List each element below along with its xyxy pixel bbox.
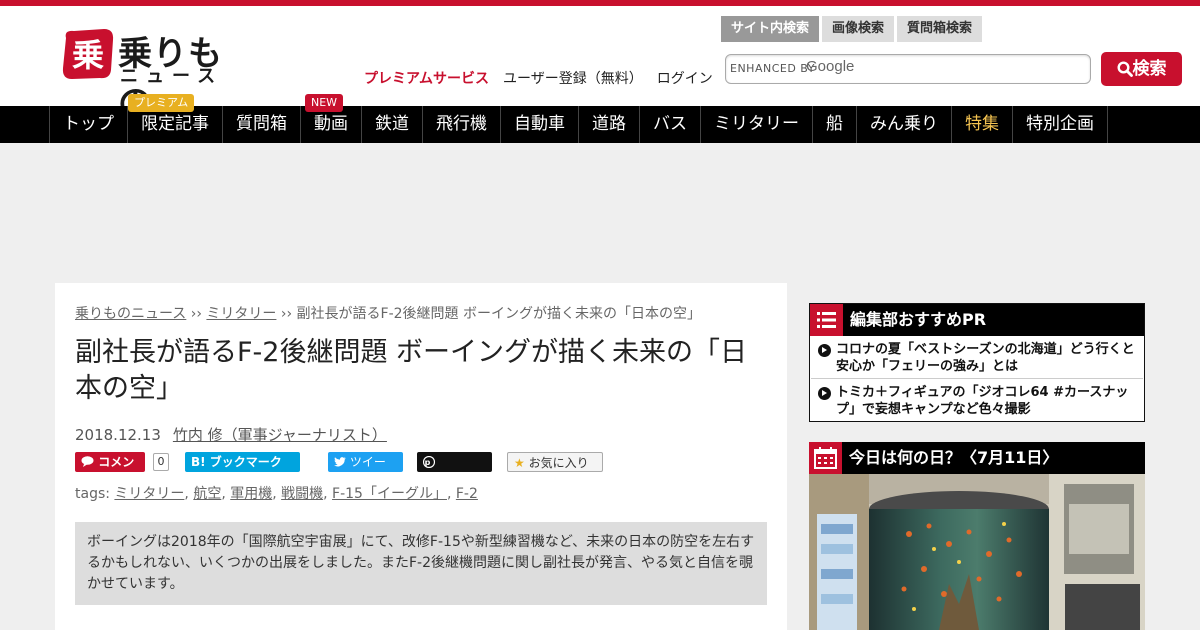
tab-site-search[interactable]: サイト内検索 — [721, 16, 820, 42]
recommend-item-label: コロナの夏「ベストシーズンの北海道」どう行くと安心か「フェリーの強み」とは — [836, 342, 1135, 374]
premium-service-link[interactable]: プレミアムサービス — [364, 68, 489, 88]
tag-link[interactable]: F-2 — [456, 486, 478, 502]
star-icon: ★ — [514, 456, 525, 470]
article-author[interactable]: 竹内 修（軍事ジャーナリスト） — [173, 426, 387, 444]
list-icon — [810, 304, 843, 336]
recommend-item-label: トミカ＋フィギュアの「ジオコレ64 #カースナップ」で妄想キャンプなど色々撮影 — [836, 385, 1129, 417]
nav-label: 鉄道 — [375, 114, 409, 134]
tag-list: tags: ミリタリー, 航空, 軍用機, 戦闘機, F-15「イーグル」, F… — [75, 486, 478, 502]
nav-item-railway[interactable]: 鉄道 — [361, 106, 422, 143]
comment-button[interactable]: コメント — [75, 452, 145, 489]
tweet-button[interactable]: ツイート — [328, 452, 403, 489]
today-photo[interactable] — [809, 474, 1145, 630]
search-button-label: 検索 — [1132, 59, 1167, 79]
hatena-bookmark-button[interactable]: B! ブックマーク 2 — [185, 452, 300, 489]
logo-badge-icon: 乗 — [62, 29, 114, 79]
favorite-label: お気に入り — [528, 456, 589, 470]
nav-label: 特集 — [965, 114, 999, 134]
login-link[interactable]: ログイン — [657, 68, 713, 88]
nav-label: ミリタリー — [714, 114, 799, 134]
recommend-item[interactable]: コロナの夏「ベストシーズンの北海道」どう行くと安心か「フェリーの強み」とは — [818, 341, 1138, 375]
favorite-button[interactable]: ★ お気に入り — [507, 452, 603, 472]
nav-item-special[interactable]: 特別企画 — [1012, 106, 1108, 143]
svg-text:p: p — [425, 458, 434, 467]
breadcrumb-home[interactable]: 乗りものニュース — [75, 306, 186, 322]
nav-label: 道路 — [592, 114, 626, 134]
search-tabs: サイト内検索 画像検索 質問箱検索 — [721, 16, 983, 42]
search-placeholder: ENHANCED BY — [730, 62, 815, 75]
breadcrumb-category[interactable]: ミリタリー — [206, 306, 276, 322]
nav-item-ship[interactable]: 船 — [812, 106, 856, 143]
new-badge: NEW — [305, 94, 344, 112]
recommend-title: 編集部おすすめPR — [850, 310, 987, 329]
nav-item-video[interactable]: NEW 動画 — [300, 94, 361, 143]
nav-label: みん乗り — [870, 114, 938, 134]
logo-subtitle: ニュース — [120, 66, 224, 87]
aquarium-station-image — [809, 474, 1145, 630]
header-links: プレミアムサービス ユーザー登録（無料） ログイン — [364, 68, 713, 88]
breadcrumb-sep: ›› — [276, 306, 297, 322]
nav-item-feature[interactable]: 特集 — [951, 106, 1012, 143]
comment-count: 0 — [153, 453, 169, 471]
twitter-bird-icon — [334, 457, 346, 467]
divider — [811, 378, 1143, 379]
tab-question-search[interactable]: 質問箱検索 — [897, 16, 983, 42]
nav-item-military[interactable]: ミリタリー — [700, 106, 812, 143]
breadcrumb-current: 副社長が語るF-2後継問題 ボーイングが描く未来の「日本の空」 — [296, 306, 701, 322]
recommend-box: 編集部おすすめPR コロナの夏「ベストシーズンの北海道」どう行くと安心か「フェリ… — [809, 303, 1145, 422]
breadcrumb: 乗りものニュース ›› ミリタリー ›› 副社長が語るF-2後継問題 ボーイング… — [75, 303, 701, 323]
nav-item-top[interactable]: トップ — [49, 106, 127, 143]
tags-label: tags: — [75, 486, 110, 502]
breadcrumb-sep: ›› — [186, 306, 207, 322]
nav-label: 自動車 — [514, 114, 565, 134]
today-box: 今日は何の日？〈7月11日〉 — [809, 442, 1145, 630]
nav-item-bus[interactable]: バス — [639, 106, 700, 143]
tag-link[interactable]: 航空 — [193, 486, 221, 502]
site-logo[interactable]: 乗 乗りもの ニュース — [60, 26, 230, 123]
nav-label: 限定記事 — [141, 114, 209, 134]
nav-item-question[interactable]: 質問箱 — [222, 106, 300, 143]
search-icon — [1116, 61, 1133, 77]
tag-link[interactable]: 戦闘機 — [281, 486, 323, 502]
today-title: 今日は何の日？〈7月11日〉 — [849, 448, 1059, 467]
register-link[interactable]: ユーザー登録（無料） — [503, 68, 643, 88]
nav-label: 動画 — [314, 114, 348, 134]
article-title: 副社長が語るF-2後継問題 ボーイングが描く未来の「日本の空」 — [75, 337, 748, 404]
tab-image-search[interactable]: 画像検索 — [822, 16, 895, 42]
nav-item-minnori[interactable]: みん乗り — [856, 106, 951, 143]
nav-label: 特別企画 — [1026, 114, 1094, 134]
nav-item-car[interactable]: 自動車 — [500, 106, 578, 143]
google-brand: Google — [806, 58, 855, 75]
nav-item-limited[interactable]: プレミアム限定記事 — [127, 94, 222, 143]
nav-label: 船 — [826, 114, 843, 134]
recommend-header: 編集部おすすめPR — [810, 304, 1144, 336]
nav-item-aircraft[interactable]: 飛行機 — [422, 106, 500, 143]
tag-link[interactable]: ミリタリー — [114, 486, 184, 502]
search-button[interactable]: 検索 — [1101, 52, 1182, 86]
article-meta: 2018.12.13 竹内 修（軍事ジャーナリスト） — [75, 424, 387, 445]
today-header: 今日は何の日？〈7月11日〉 — [809, 442, 1145, 474]
calendar-icon — [809, 442, 842, 474]
main-nav: トップ プレミアム限定記事 質問箱 NEW 動画 鉄道 飛行機 自動車 道路 バス… — [0, 94, 1200, 143]
nav-label: 飛行機 — [436, 114, 487, 134]
recommend-item[interactable]: トミカ＋フィギュアの「ジオコレ64 #カースナップ」で妄想キャンプなど色々撮影 — [818, 384, 1138, 418]
tag-link[interactable]: 軍用機 — [230, 486, 272, 502]
chevron-right-icon — [818, 344, 831, 357]
premium-badge: プレミアム — [128, 94, 195, 112]
nav-label: 質問箱 — [236, 114, 287, 134]
tag-link[interactable]: F-15「イーグル」 — [332, 486, 447, 502]
nav-item-road[interactable]: 道路 — [578, 106, 639, 143]
pinterest-icon: p — [422, 455, 436, 469]
pinterest-save-button[interactable]: p Save — [417, 452, 492, 489]
nav-label: バス — [653, 114, 687, 134]
site-header: 乗 乗りもの ニュース サイト内検索 画像検索 質問箱検索 ENHANCED B… — [0, 6, 1200, 123]
nav-label: トップ — [63, 114, 114, 134]
article-date: 2018.12.13 — [75, 426, 161, 444]
chevron-right-icon — [818, 387, 831, 400]
search-input[interactable]: ENHANCED BY Google — [725, 54, 1091, 84]
svg-text:乗: 乗 — [72, 36, 104, 74]
speech-bubble-icon — [81, 456, 94, 467]
article-card: 乗りものニュース ›› ミリタリー ›› 副社長が語るF-2後継問題 ボーイング… — [55, 283, 787, 630]
article-lead: ボーイングは2018年の「国際航空宇宙展」にて、改修F-15や新型練習機など、未… — [75, 522, 767, 605]
